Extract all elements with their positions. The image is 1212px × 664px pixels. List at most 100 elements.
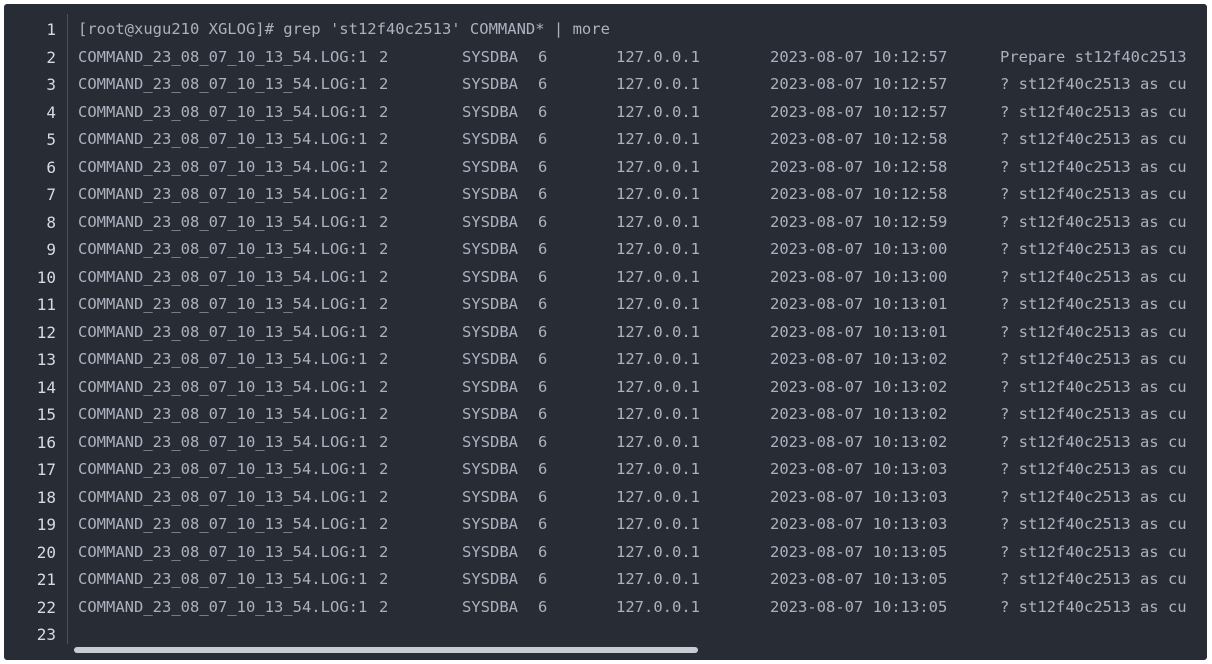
line-number: 15 bbox=[36, 405, 56, 424]
session-id: 6 bbox=[538, 487, 548, 506]
output-line: COMMAND_23_08_07_10_13_54.LOG:1 2 SYSDBA 6 1… bbox=[74, 456, 1187, 484]
output-line: COMMAND_23_08_07_10_13_54.LOG:1 2 SYSDBA 6 1… bbox=[74, 154, 1187, 182]
output-line: COMMAND_23_08_07_10_13_54.LOG:1 2 SYSDBA 6 1… bbox=[74, 374, 1187, 402]
output-line: COMMAND_23_08_07_10_13_54.LOG:1 2 SYSDBA 6 1… bbox=[74, 319, 1187, 347]
line-number: 3 bbox=[46, 75, 56, 94]
shell-command: [root@xugu210 XGLOG]# grep 'st12f40c2513… bbox=[78, 20, 610, 38]
log-level: 2 bbox=[379, 322, 389, 341]
line-number: 2 bbox=[46, 47, 56, 67]
line-number: 17 bbox=[36, 460, 56, 479]
log-file-ref: COMMAND_23_08_07_10_13_54.LOG:1 bbox=[78, 185, 368, 203]
session-id: 6 bbox=[538, 460, 548, 478]
log-level: 2 bbox=[379, 377, 389, 396]
session-id: 6 bbox=[538, 212, 548, 231]
timestamp: 2023-08-07 10:13:05 bbox=[770, 597, 948, 616]
db-user: SYSDBA bbox=[462, 295, 518, 313]
output-line: COMMAND_23_08_07_10_13_54.LOG:1 2 SYSDBA 6 1… bbox=[74, 44, 1187, 72]
code-block: 1 2 3 4 5 6 7 8 9 10 11 12 13 14 15 16 17 18 19 20 21 22 23 [r… bbox=[4, 4, 1207, 660]
sql-text: ? st12f40c2513 as cu bbox=[1000, 75, 1187, 93]
log-level: 2 bbox=[379, 542, 389, 561]
sql-text: ? st12f40c2513 as cu bbox=[1000, 322, 1187, 341]
sql-text: ? st12f40c2513 as cu bbox=[1000, 295, 1187, 313]
sql-text: ? st12f40c2513 as cu bbox=[1000, 460, 1187, 478]
output-line: COMMAND_23_08_07_10_13_54.LOG:1 2 SYSDBA 6 1… bbox=[74, 126, 1187, 154]
sql-text: ? st12f40c2513 as cu bbox=[1000, 597, 1187, 616]
log-level: 2 bbox=[379, 185, 389, 203]
timestamp: 2023-08-07 10:13:02 bbox=[770, 377, 948, 396]
db-user: SYSDBA bbox=[462, 515, 518, 533]
output-line: COMMAND_23_08_07_10_13_54.LOG:1 2 SYSDBA 6 1… bbox=[74, 236, 1187, 264]
log-level: 2 bbox=[379, 157, 389, 176]
session-id: 6 bbox=[538, 515, 548, 533]
log-file-ref: COMMAND_23_08_07_10_13_54.LOG:1 bbox=[78, 597, 368, 616]
session-id: 6 bbox=[538, 267, 548, 286]
timestamp: 2023-08-07 10:13:05 bbox=[770, 570, 948, 588]
session-id: 6 bbox=[538, 350, 548, 368]
empty-line bbox=[74, 621, 1187, 649]
line-number-gutter: 1 2 3 4 5 6 7 8 9 10 11 12 13 14 15 16 17 18 19 20 21 22 23 bbox=[4, 16, 64, 649]
timestamp: 2023-08-07 10:13:01 bbox=[770, 295, 948, 313]
sql-text: ? st12f40c2513 as cu bbox=[1000, 212, 1187, 231]
client-ip: 127.0.0.1 bbox=[616, 542, 700, 561]
db-user: SYSDBA bbox=[462, 212, 518, 231]
client-ip: 127.0.0.1 bbox=[616, 515, 700, 533]
output-line: COMMAND_23_08_07_10_13_54.LOG:1 2 SYSDBA 6 1… bbox=[74, 99, 1187, 127]
timestamp: 2023-08-07 10:13:02 bbox=[770, 405, 948, 423]
timestamp: 2023-08-07 10:13:03 bbox=[770, 487, 948, 506]
session-id: 6 bbox=[538, 405, 548, 423]
code-content[interactable]: [root@xugu210 XGLOG]# grep 'st12f40c2513… bbox=[74, 16, 1187, 649]
timestamp: 2023-08-07 10:13:02 bbox=[770, 350, 948, 368]
client-ip: 127.0.0.1 bbox=[616, 267, 700, 286]
db-user: SYSDBA bbox=[462, 267, 518, 286]
log-level: 2 bbox=[379, 515, 389, 533]
line-number: 21 bbox=[36, 570, 56, 589]
log-file-ref: COMMAND_23_08_07_10_13_54.LOG:1 bbox=[78, 377, 368, 396]
sql-text: ? st12f40c2513 as cu bbox=[1000, 267, 1187, 286]
client-ip: 127.0.0.1 bbox=[616, 157, 700, 176]
log-file-ref: COMMAND_23_08_07_10_13_54.LOG:1 bbox=[78, 157, 368, 176]
timestamp: 2023-08-07 10:13:05 bbox=[770, 542, 948, 561]
client-ip: 127.0.0.1 bbox=[616, 350, 700, 368]
session-id: 6 bbox=[538, 542, 548, 561]
client-ip: 127.0.0.1 bbox=[616, 240, 700, 258]
log-level: 2 bbox=[379, 47, 389, 66]
client-ip: 127.0.0.1 bbox=[616, 130, 700, 148]
db-user: SYSDBA bbox=[462, 597, 518, 616]
db-user: SYSDBA bbox=[462, 542, 518, 561]
timestamp: 2023-08-07 10:13:00 bbox=[770, 240, 948, 258]
timestamp: 2023-08-07 10:12:59 bbox=[770, 212, 948, 231]
log-file-ref: COMMAND_23_08_07_10_13_54.LOG:1 bbox=[78, 295, 368, 313]
timestamp: 2023-08-07 10:12:58 bbox=[770, 157, 948, 176]
log-file-ref: COMMAND_23_08_07_10_13_54.LOG:1 bbox=[78, 460, 368, 478]
line-number: 20 bbox=[36, 542, 56, 562]
timestamp: 2023-08-07 10:12:57 bbox=[770, 102, 948, 121]
sql-text: ? st12f40c2513 as cu bbox=[1000, 432, 1187, 451]
sql-text: ? st12f40c2513 as cu bbox=[1000, 487, 1187, 506]
log-file-ref: COMMAND_23_08_07_10_13_54.LOG:1 bbox=[78, 267, 368, 286]
output-line: COMMAND_23_08_07_10_13_54.LOG:1 2 SYSDBA 6 1… bbox=[74, 346, 1187, 374]
db-user: SYSDBA bbox=[462, 240, 518, 258]
output-line: COMMAND_23_08_07_10_13_54.LOG:1 2 SYSDBA 6 1… bbox=[74, 429, 1187, 457]
timestamp: 2023-08-07 10:12:57 bbox=[770, 75, 948, 93]
log-level: 2 bbox=[379, 487, 389, 506]
timestamp: 2023-08-07 10:13:03 bbox=[770, 515, 948, 533]
session-id: 6 bbox=[538, 295, 548, 313]
client-ip: 127.0.0.1 bbox=[616, 460, 700, 478]
scrollbar-thumb[interactable] bbox=[74, 647, 698, 653]
sql-text: Prepare st12f40c2513 bbox=[1000, 47, 1187, 66]
log-file-ref: COMMAND_23_08_07_10_13_54.LOG:1 bbox=[78, 570, 368, 588]
output-line: COMMAND_23_08_07_10_13_54.LOG:1 2 SYSDBA 6 1… bbox=[74, 539, 1187, 567]
horizontal-scrollbar[interactable] bbox=[74, 647, 1187, 653]
log-file-ref: COMMAND_23_08_07_10_13_54.LOG:1 bbox=[78, 432, 368, 451]
db-user: SYSDBA bbox=[462, 75, 518, 93]
db-user: SYSDBA bbox=[462, 322, 518, 341]
line-number: 14 bbox=[36, 377, 56, 397]
sql-text: ? st12f40c2513 as cu bbox=[1000, 350, 1187, 368]
log-level: 2 bbox=[379, 432, 389, 451]
db-user: SYSDBA bbox=[462, 487, 518, 506]
client-ip: 127.0.0.1 bbox=[616, 570, 700, 588]
db-user: SYSDBA bbox=[462, 102, 518, 121]
session-id: 6 bbox=[538, 432, 548, 451]
log-level: 2 bbox=[379, 212, 389, 231]
sql-text: ? st12f40c2513 as cu bbox=[1000, 240, 1187, 258]
